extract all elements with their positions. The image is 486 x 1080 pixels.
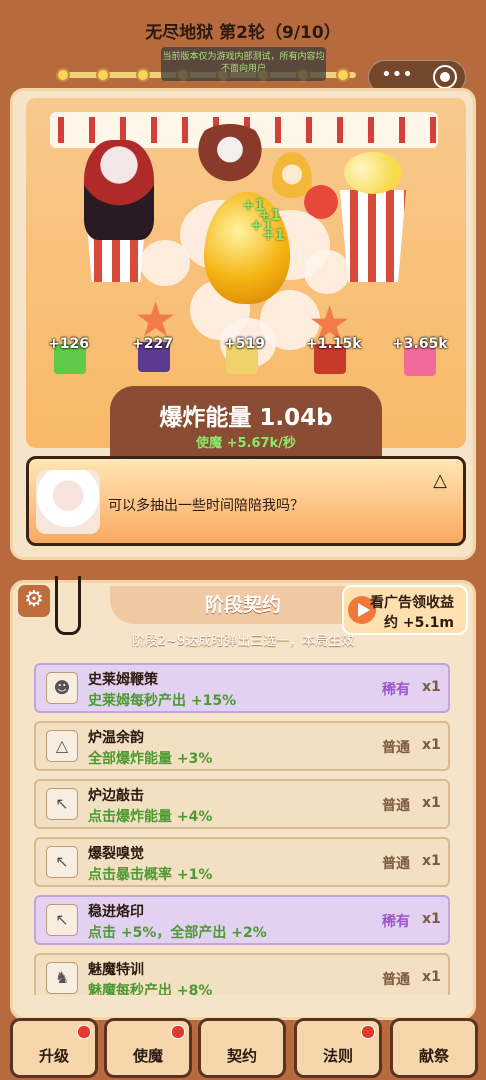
contract-item-count: x1 xyxy=(422,679,441,695)
more-icon[interactable]: ••• xyxy=(378,66,416,88)
contract-item-name: 魅魔特训 xyxy=(88,962,144,978)
progress-node xyxy=(96,68,110,82)
nav-tab-1[interactable]: 使魔 xyxy=(104,1018,192,1078)
notification-dot xyxy=(171,1025,185,1039)
ad-button-reward: 约 +5.1m xyxy=(384,615,454,631)
contract-item-effect: 全部爆炸能量 +3% xyxy=(88,751,213,767)
contract-item-count: x1 xyxy=(422,969,441,985)
contract-list[interactable]: ☻ 史莱姆鞭策史莱姆每秒产出 +15% 稀有 x1 △ 炉温余韵全部爆炸能量 +3% 普通 x… xyxy=(26,655,460,995)
notification-dot xyxy=(361,1025,375,1039)
contract-title: 阶段契约 xyxy=(204,594,281,616)
awning-stripe xyxy=(275,117,281,143)
awning-stripe xyxy=(430,117,436,143)
gear-icon[interactable]: ⚙ xyxy=(18,585,50,617)
contract-item-rarity: 稀有 xyxy=(382,682,410,698)
contract-item[interactable]: ↖ 稳进烙印点击 +5%，全部产出 +2% 稀有 x1 xyxy=(34,895,450,945)
gain-value: +3.65k xyxy=(392,336,448,352)
progress-node xyxy=(56,68,70,82)
awning-stripe xyxy=(368,117,374,143)
awning-stripe xyxy=(182,117,188,143)
contract-item-effect: 点击 +5%，全部产出 +2% xyxy=(88,925,267,941)
contract-item-effect: 史莱姆每秒产出 +15% xyxy=(88,693,237,709)
contract-item-name: 爆裂嗅觉 xyxy=(88,846,144,862)
cursor-icon: ↖ xyxy=(46,846,78,878)
awning-stripe xyxy=(306,117,312,143)
bat-demon-character xyxy=(188,124,272,188)
contract-item-rarity: 普通 xyxy=(382,856,410,872)
contract-item[interactable]: ☻ 史莱姆鞭策史莱姆每秒产出 +15% 稀有 x1 xyxy=(34,663,450,713)
minion-rate: 使魔 +5.67k/秒 xyxy=(196,436,296,451)
contract-item-name: 稳进烙印 xyxy=(88,904,144,920)
popcorn-box-right xyxy=(340,190,406,282)
warning-icon: △ xyxy=(46,730,78,762)
contract-item-name: 史莱姆鞭策 xyxy=(88,672,158,688)
contract-item-effect: 点击暴击概率 +1% xyxy=(88,867,213,883)
smoke-cloud xyxy=(140,240,190,286)
stage-title: 无尽地狱 第2轮（9/10） xyxy=(145,23,341,43)
slime-icon: ☻ xyxy=(46,672,78,704)
cursor-brand-icon: ↖ xyxy=(46,904,78,936)
combo-text: +1 xyxy=(262,226,286,244)
contract-item-effect: 点击爆炸能量 +4% xyxy=(88,809,213,825)
nav-tab-label: 契约 xyxy=(226,1047,257,1065)
nav-tab-4[interactable]: 献祭 xyxy=(390,1018,478,1078)
gain-value: +519 xyxy=(224,336,265,352)
progress-node xyxy=(136,68,150,82)
nav-tab-3[interactable]: 法则 xyxy=(294,1018,382,1078)
gain-value: +1.15k xyxy=(306,336,362,352)
close-icon[interactable] xyxy=(433,65,457,89)
contract-item-rarity: 普通 xyxy=(382,740,410,756)
explosion-energy: 爆炸能量 1.04b xyxy=(159,405,333,431)
ad-button-label: 看广告领收益 xyxy=(370,595,454,611)
dialogue-text: 可以多抽出一些时间陪陪我吗？ xyxy=(108,498,304,514)
nav-tab-label: 使魔 xyxy=(132,1047,163,1065)
succubus-character-left xyxy=(84,140,154,240)
demon-icon: ♞ xyxy=(46,962,78,994)
contract-item[interactable]: ↖ 爆裂嗅觉点击暴击概率 +1% 普通 x1 xyxy=(34,837,450,887)
awning-stripe xyxy=(89,117,95,143)
test-notice: 当前版本仅为游戏内部测试，所有内容均不面向用户 xyxy=(161,47,326,81)
contract-item-rarity: 普通 xyxy=(382,798,410,814)
nav-tab-0[interactable]: 升级 xyxy=(10,1018,98,1078)
contract-item-count: x1 xyxy=(422,737,441,753)
nav-tab-2[interactable]: 契约 xyxy=(198,1018,286,1078)
contract-item-name: 炉温余韵 xyxy=(88,730,144,746)
contract-item[interactable]: ♞ 魅魔特训魅魔每秒产出 +8% 普通 x1 xyxy=(34,953,450,995)
nav-tab-label: 法则 xyxy=(322,1047,353,1065)
contract-item[interactable]: △ 炉温余韵全部爆炸能量 +3% 普通 x1 xyxy=(34,721,450,771)
contract-item-count: x1 xyxy=(422,911,441,927)
contract-item-rarity: 稀有 xyxy=(382,914,410,930)
notification-dot xyxy=(77,1025,91,1039)
contract-item-name: 炉边敲击 xyxy=(88,788,144,804)
contract-item-count: x1 xyxy=(422,795,441,811)
popcorn-icon xyxy=(344,152,402,194)
contract-item-count: x1 xyxy=(422,853,441,869)
awning-stripe xyxy=(58,117,64,143)
contract-item-rarity: 普通 xyxy=(382,972,410,988)
awning-stripe xyxy=(337,117,343,143)
cursor-icon: ↖ xyxy=(46,788,78,820)
nav-tab-label: 献祭 xyxy=(418,1047,449,1065)
hanging-hook xyxy=(55,576,81,635)
smoke-cloud xyxy=(304,250,350,294)
contract-item[interactable]: ↖ 炉边敲击点击爆炸能量 +4% 普通 x1 xyxy=(34,779,450,829)
nav-tab-label: 升级 xyxy=(38,1047,69,1065)
avatar xyxy=(36,470,100,534)
collapse-arrow-icon[interactable]: △ xyxy=(428,472,452,492)
awning-stripe xyxy=(399,117,405,143)
progress-node xyxy=(336,68,350,82)
gain-value: +126 xyxy=(48,336,89,352)
awning-stripe xyxy=(151,117,157,143)
contract-item-effect: 魅魔每秒产出 +8% xyxy=(88,983,213,995)
gain-value: +227 xyxy=(132,336,173,352)
